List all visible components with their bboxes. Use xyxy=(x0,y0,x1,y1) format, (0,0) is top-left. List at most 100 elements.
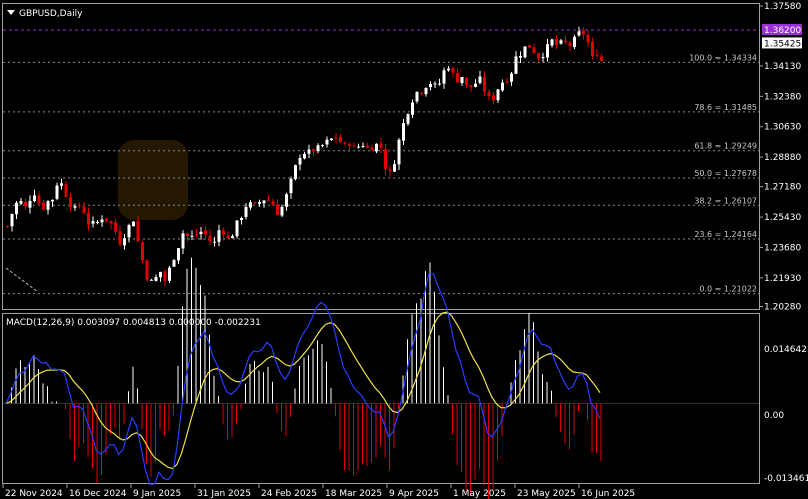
candle-body xyxy=(523,46,527,58)
candle-body xyxy=(456,73,459,83)
price-axis-label: 1.37580 xyxy=(764,2,801,12)
candle-body xyxy=(465,77,468,86)
candle-body xyxy=(460,77,464,84)
candle-body xyxy=(46,201,50,210)
candle-body xyxy=(280,206,284,216)
symbol-title[interactable]: GBPUSD,Daily xyxy=(7,9,83,19)
candle-body xyxy=(537,53,540,59)
candle-body xyxy=(132,221,135,227)
macd-axis-max: 0.014642 xyxy=(764,345,807,355)
candle-body xyxy=(316,145,320,152)
candle-body xyxy=(249,202,252,208)
candle-body xyxy=(442,70,446,84)
candle-body xyxy=(352,145,356,147)
candle-body xyxy=(366,145,369,148)
candle-body xyxy=(501,82,504,91)
candle-body xyxy=(163,271,167,282)
candle-body xyxy=(136,220,140,242)
candle-body xyxy=(402,123,405,141)
candle-body xyxy=(330,138,333,141)
candle-body xyxy=(267,200,270,202)
candle-body xyxy=(91,221,95,224)
candle-body xyxy=(33,195,36,202)
candle-body xyxy=(487,91,491,97)
candle-body xyxy=(294,165,297,180)
candle-body xyxy=(100,219,104,223)
candle-body xyxy=(429,83,432,88)
candle-body xyxy=(483,76,486,92)
fib-level-label: 23.6 = 1.24164 xyxy=(694,230,757,239)
fib-level-label: 0.0 = 1.21022 xyxy=(699,285,757,294)
candle-body xyxy=(37,195,41,204)
current-price-value: 1.35425 xyxy=(764,39,801,49)
candle-body xyxy=(231,236,234,239)
candle-body xyxy=(505,81,509,83)
candle-body xyxy=(546,44,549,58)
candle-body xyxy=(577,31,581,36)
candle-body xyxy=(159,271,162,278)
candle-body xyxy=(568,42,572,46)
date-axis-label: 31 Jan 2025 xyxy=(197,489,251,499)
candle-body xyxy=(150,279,153,281)
candle-body xyxy=(541,56,545,59)
fib-level-label: 38.2 = 1.26107 xyxy=(694,196,757,205)
candle-body xyxy=(145,260,149,280)
price-axis-label: 1.27180 xyxy=(764,183,801,193)
candle-body xyxy=(24,201,27,207)
ask-price-value: 1.36200 xyxy=(764,26,801,36)
candle-body xyxy=(424,87,428,95)
candle-body xyxy=(190,235,194,237)
candle-body xyxy=(555,38,558,45)
candle-body xyxy=(109,220,113,224)
candle-body xyxy=(226,235,230,239)
candle-body xyxy=(114,222,117,232)
candle-body xyxy=(325,139,329,145)
candle-body xyxy=(276,204,279,215)
price-axis-label: 1.23680 xyxy=(764,243,801,253)
candle-body xyxy=(168,267,171,281)
price-axis-label: 1.25430 xyxy=(764,213,801,223)
symbol-title-text: GBPUSD,Daily xyxy=(19,9,83,19)
date-axis-label: 24 Feb 2025 xyxy=(261,489,317,499)
candle-body xyxy=(213,241,216,243)
candle-body xyxy=(474,83,477,87)
fib-level-label: 61.8 = 1.29249 xyxy=(694,142,757,151)
candle-body xyxy=(312,149,315,152)
candle-body xyxy=(550,39,554,46)
macd-title: MACD(12,26,9) 0.003097 0.004813 0.000000… xyxy=(6,318,261,328)
date-axis-label: 16 Dec 2024 xyxy=(69,489,127,499)
candle-body xyxy=(397,139,401,165)
price-axis-label: 1.32380 xyxy=(764,92,801,102)
candle-body xyxy=(6,226,9,228)
candle-body xyxy=(105,218,108,221)
candle-body xyxy=(586,35,590,43)
candle-body xyxy=(532,47,536,54)
candle-body xyxy=(262,200,266,204)
candle-body xyxy=(69,197,72,208)
candle-body xyxy=(240,218,243,221)
candle-body xyxy=(393,164,396,172)
broker-logo-watermark xyxy=(118,140,188,220)
date-axis-label: 22 Nov 2024 xyxy=(5,489,63,499)
macd-axis-min: -0.013461 xyxy=(764,474,808,484)
candle-body xyxy=(118,231,122,245)
candle-body xyxy=(564,40,567,43)
candle-body xyxy=(78,205,81,207)
candle-body xyxy=(321,145,324,147)
candle-body xyxy=(514,56,518,74)
candle-body xyxy=(204,230,207,235)
candle-body xyxy=(82,206,86,214)
candle-body xyxy=(42,202,45,210)
candle-body xyxy=(15,202,18,215)
candle-body xyxy=(271,201,275,206)
candle-body xyxy=(420,92,423,94)
candle-body xyxy=(388,168,392,172)
candle-body xyxy=(496,89,500,101)
candle-body xyxy=(244,206,248,217)
candle-body xyxy=(433,83,437,85)
gbpusd-daily-chart[interactable]: 100.0 = 1.34334 78.6 = 1.31485 61.8 = 1.29… xyxy=(0,0,808,499)
price-axis-label: 1.20280 xyxy=(764,303,801,313)
price-axis-label: 1.21930 xyxy=(764,274,801,284)
candle-body xyxy=(60,183,63,186)
candle-body xyxy=(222,230,225,235)
